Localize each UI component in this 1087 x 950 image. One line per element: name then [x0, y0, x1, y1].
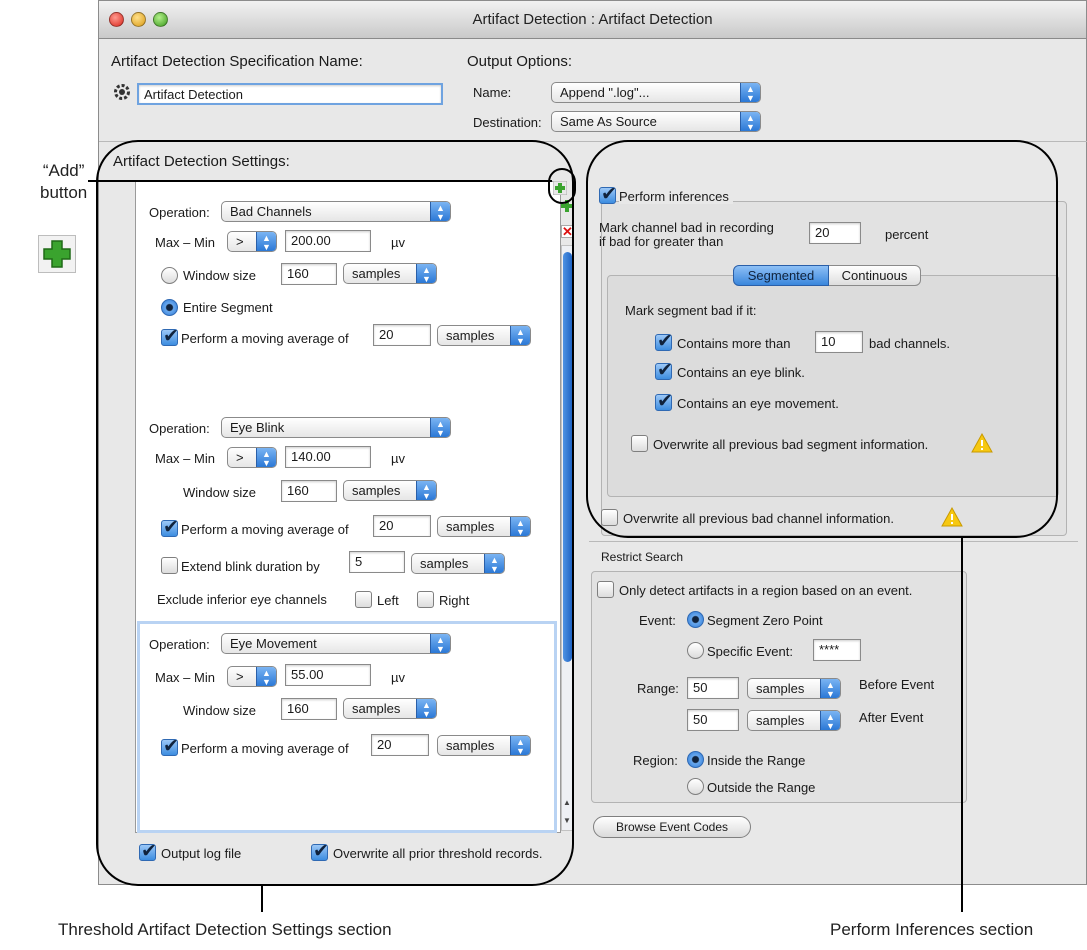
callout-lines	[88, 180, 963, 912]
inferences-section-caption: Perform Inferences section	[830, 920, 1034, 939]
threshold-section-caption: Threshold Artifact Detection Settings se…	[58, 920, 392, 939]
